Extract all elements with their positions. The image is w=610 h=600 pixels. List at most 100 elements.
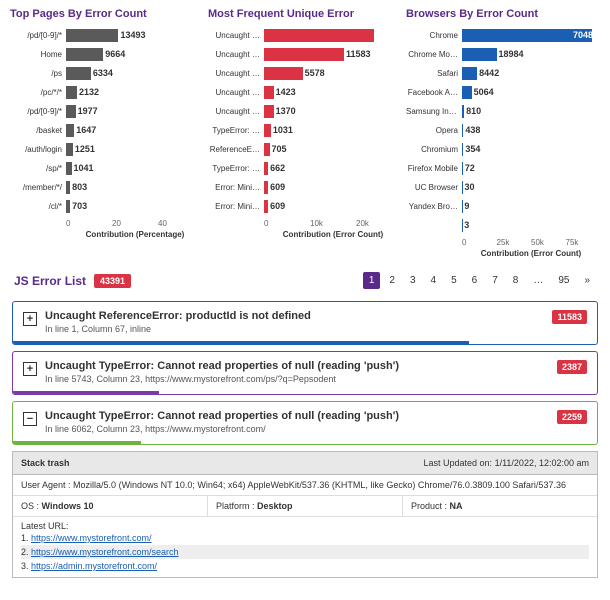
bar[interactable]: 1031: [264, 124, 402, 137]
bar[interactable]: 13493: [66, 29, 204, 42]
error-item: + Uncaught TypeError: Cannot read proper…: [12, 351, 598, 395]
bar[interactable]: 5578: [264, 67, 402, 80]
url-row: 2. https://www.mystorefront.com/search: [21, 545, 589, 559]
bar[interactable]: 18984: [462, 48, 600, 61]
bar-label: TypeError: …: [208, 164, 264, 173]
url-link[interactable]: https://www.mystorefront.com/: [31, 533, 152, 543]
bar-label: TypeError: …: [208, 126, 264, 135]
url-list: Latest URL: 1. https://www.mystorefront.…: [13, 517, 597, 577]
error-item: + Uncaught ReferenceError: productId is …: [12, 301, 598, 345]
url-link[interactable]: https://www.mystorefront.com/search: [31, 547, 179, 557]
bar-label: /member/*/: [10, 183, 66, 192]
bar[interactable]: 609: [264, 200, 402, 213]
page-6[interactable]: 6: [466, 272, 484, 289]
bar[interactable]: 1251: [66, 143, 204, 156]
expand-icon[interactable]: +: [23, 312, 37, 326]
bar[interactable]: 1370: [264, 105, 402, 118]
bar[interactable]: 810: [462, 105, 600, 118]
bar-label: Uncaught …: [208, 88, 264, 97]
bar-label: Chrome: [406, 31, 462, 40]
bar-label: Facebook A…: [406, 88, 462, 97]
bar-label: Samsung Int…: [406, 107, 462, 116]
bar-label: /sp/*: [10, 164, 66, 173]
bar[interactable]: 70482: [462, 29, 600, 42]
error-count-badge: 11583: [552, 310, 587, 324]
page-7[interactable]: 7: [486, 272, 504, 289]
bar-label: /ps: [10, 69, 66, 78]
bar[interactable]: 15923: [264, 29, 402, 42]
bar[interactable]: 30: [462, 181, 600, 194]
page-4[interactable]: 4: [425, 272, 443, 289]
page-…[interactable]: …: [527, 272, 549, 289]
stack-updated: Last Updated on: 1/11/2022, 12:02:00 am: [424, 458, 590, 468]
bar-label: Uncaught …: [208, 107, 264, 116]
bar-label: /auth/login: [10, 145, 66, 154]
bar[interactable]: 11583: [264, 48, 402, 61]
stack-panel: Stack trash Last Updated on: 1/11/2022, …: [12, 451, 598, 578]
chart-title: Browsers By Error Count: [406, 8, 600, 20]
bar[interactable]: 1423: [264, 86, 402, 99]
page-95[interactable]: 95: [552, 272, 575, 289]
bar[interactable]: 1977: [66, 105, 204, 118]
error-location: In line 1, Column 67, inline: [45, 324, 544, 334]
bar-label: Uncaught …: [208, 50, 264, 59]
os-cell: OS : Windows 10: [13, 496, 207, 517]
page-5[interactable]: 5: [445, 272, 463, 289]
page-»[interactable]: »: [578, 272, 596, 289]
stack-title: Stack trash: [21, 458, 70, 468]
bar[interactable]: 72: [462, 162, 600, 175]
bar[interactable]: 8442: [462, 67, 600, 80]
bar-label: UC Browser: [406, 183, 462, 192]
chart-title: Most Frequent Unique Error: [208, 8, 402, 20]
url-row: 1. https://www.mystorefront.com/: [21, 531, 589, 545]
total-badge: 43391: [94, 274, 131, 288]
pagination: 12345678…95»: [363, 272, 596, 289]
bar[interactable]: 3: [462, 219, 600, 232]
bar-label: /pd/[0-9]/*: [10, 107, 66, 116]
platform-cell: Platform : Desktop: [207, 496, 402, 517]
bar[interactable]: 803: [66, 181, 204, 194]
error-message: Uncaught TypeError: Cannot read properti…: [45, 410, 549, 422]
bar-label: Safari: [406, 69, 462, 78]
bar-label: ReferenceE…: [208, 145, 264, 154]
bar[interactable]: 6334: [66, 67, 204, 80]
bar-label: Uncaught …: [208, 69, 264, 78]
bar-label: Home: [10, 50, 66, 59]
bar[interactable]: 662: [264, 162, 402, 175]
page-3[interactable]: 3: [404, 272, 422, 289]
bar[interactable]: 5064: [462, 86, 600, 99]
error-location: In line 6062, Column 23, https://www.mys…: [45, 424, 549, 434]
bar[interactable]: 354: [462, 143, 600, 156]
bar[interactable]: 2132: [66, 86, 204, 99]
expand-icon[interactable]: +: [23, 362, 37, 376]
url-link[interactable]: https://admin.mystorefront.com/: [31, 561, 157, 571]
bar-label: /cl/*: [10, 202, 66, 211]
page-2[interactable]: 2: [383, 272, 401, 289]
bar[interactable]: 705: [264, 143, 402, 156]
bar-label: Opera: [406, 126, 462, 135]
bar[interactable]: 9664: [66, 48, 204, 61]
error-message: Uncaught ReferenceError: productId is no…: [45, 310, 544, 322]
bar-label: Yandex Bro…: [406, 202, 462, 211]
bar[interactable]: 9: [462, 200, 600, 213]
bar[interactable]: 1041: [66, 162, 204, 175]
collapse-icon[interactable]: −: [23, 412, 37, 426]
bar-label: Uncaught …: [208, 31, 264, 40]
url-row: 3. https://admin.mystorefront.com/: [21, 559, 589, 573]
product-cell: Product : NA: [402, 496, 597, 517]
page-8[interactable]: 8: [507, 272, 525, 289]
bar-label: Error: Mini…: [208, 202, 264, 211]
bar[interactable]: 609: [264, 181, 402, 194]
error-message: Uncaught TypeError: Cannot read properti…: [45, 360, 549, 372]
bar-label: Firefox Mobile: [406, 164, 462, 173]
list-title: JS Error List: [14, 274, 86, 288]
bar-label: /pc/*/*: [10, 88, 66, 97]
error-count-badge: 2387: [557, 360, 587, 374]
error-item: − Uncaught TypeError: Cannot read proper…: [12, 401, 598, 445]
bar[interactable]: 703: [66, 200, 204, 213]
bar-label: Chromium: [406, 145, 462, 154]
page-1[interactable]: 1: [363, 272, 381, 289]
bar-label: /pd/[0-9]/*: [10, 31, 66, 40]
bar[interactable]: 438: [462, 124, 600, 137]
bar[interactable]: 1647: [66, 124, 204, 137]
